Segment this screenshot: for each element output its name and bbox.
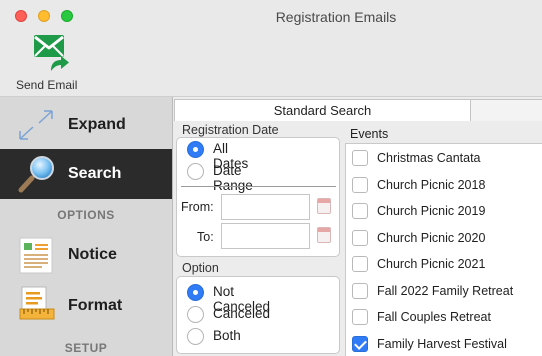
divider	[181, 186, 336, 187]
event-label: Church Picnic 2021	[377, 257, 486, 271]
tab-standard-search[interactable]: Standard Search	[174, 99, 471, 121]
window-title: Registration Emails	[275, 9, 397, 25]
events-list[interactable]: Christmas Cantata Church Picnic 2018 Chu…	[345, 143, 542, 356]
sidebar-item-label: Expand	[68, 116, 126, 133]
option-group: Not Canceled Canceled Both	[176, 276, 340, 354]
event-label: Fall 2022 Family Retreat	[377, 283, 514, 298]
event-label: Christmas Cantata	[377, 151, 481, 165]
event-checkbox[interactable]	[352, 309, 368, 325]
from-date-field[interactable]	[221, 194, 310, 220]
event-checkbox[interactable]	[352, 335, 368, 352]
calendar-icon[interactable]	[317, 198, 331, 214]
event-label: Church Picnic 2019	[377, 204, 486, 218]
sidebar-item-format[interactable]: Format	[0, 281, 172, 331]
tab-bar-filler	[471, 99, 542, 121]
sidebar-item-expand[interactable]: Expand	[0, 100, 172, 150]
event-label: Church Picnic 2020	[377, 230, 486, 245]
window-toolbar: Registration Emails Send Email	[0, 0, 542, 97]
event-item[interactable]: Christmas Cantata	[346, 146, 542, 173]
send-email-icon	[34, 35, 69, 71]
event-item[interactable]: Family Harvest Festival	[346, 332, 542, 356]
radio-label: Date Range	[213, 163, 253, 193]
radio-button[interactable]	[187, 328, 204, 345]
format-icon	[19, 286, 55, 320]
radio-label: Canceled	[213, 306, 271, 321]
event-label: Fall Couples Retreat	[377, 310, 491, 324]
event-checkbox[interactable]	[352, 176, 368, 193]
event-checkbox[interactable]	[352, 256, 368, 272]
radio-button[interactable]	[187, 284, 204, 301]
option-title: Option	[182, 261, 219, 275]
notice-icon	[19, 237, 53, 274]
event-item[interactable]: Church Picnic 2020	[346, 226, 542, 253]
event-checkbox[interactable]	[352, 150, 368, 166]
event-label: Church Picnic 2018	[377, 177, 486, 192]
sidebar: Expand Search OPTIONS Notice Format SETU…	[0, 97, 173, 356]
sidebar-item-notice[interactable]: Notice	[0, 230, 172, 280]
event-checkbox[interactable]	[352, 282, 368, 299]
event-checkbox[interactable]	[352, 203, 368, 219]
radio-label: Both	[213, 328, 241, 343]
section-header-setup: SETUP	[64, 341, 108, 355]
event-item[interactable]: Church Picnic 2019	[346, 199, 542, 226]
event-item[interactable]: Church Picnic 2021	[346, 252, 542, 279]
to-label: To:	[197, 230, 214, 244]
to-date-field[interactable]	[221, 223, 310, 249]
sidebar-item-label: Format	[68, 297, 123, 314]
tab-bar: Standard Search	[174, 99, 542, 121]
sidebar-item-label: Search	[68, 165, 122, 182]
event-label: Family Harvest Festival	[377, 336, 507, 351]
from-label: From:	[181, 200, 214, 214]
event-item[interactable]: Fall Couples Retreat	[346, 305, 542, 332]
sidebar-item-label: Notice	[68, 246, 117, 263]
section-header-options: OPTIONS	[57, 208, 115, 222]
registration-date-title: Registration Date	[182, 123, 279, 137]
radio-button[interactable]	[187, 306, 204, 323]
event-item[interactable]: Church Picnic 2018	[346, 173, 542, 200]
calendar-icon[interactable]	[317, 227, 331, 243]
event-checkbox[interactable]	[352, 229, 368, 246]
events-title: Events	[350, 127, 389, 141]
send-email-label: Send Email	[16, 78, 78, 92]
registration-date-group: All Dates Date Range From: To:	[176, 137, 340, 257]
main-panel: Standard Search Registration Date All Da…	[174, 97, 542, 356]
expand-icon	[19, 110, 53, 140]
radio-button[interactable]	[187, 141, 204, 158]
event-item[interactable]: Fall 2022 Family Retreat	[346, 279, 542, 306]
search-icon	[18, 156, 54, 193]
radio-button[interactable]	[187, 163, 204, 180]
sidebar-item-search[interactable]: Search	[0, 149, 172, 199]
